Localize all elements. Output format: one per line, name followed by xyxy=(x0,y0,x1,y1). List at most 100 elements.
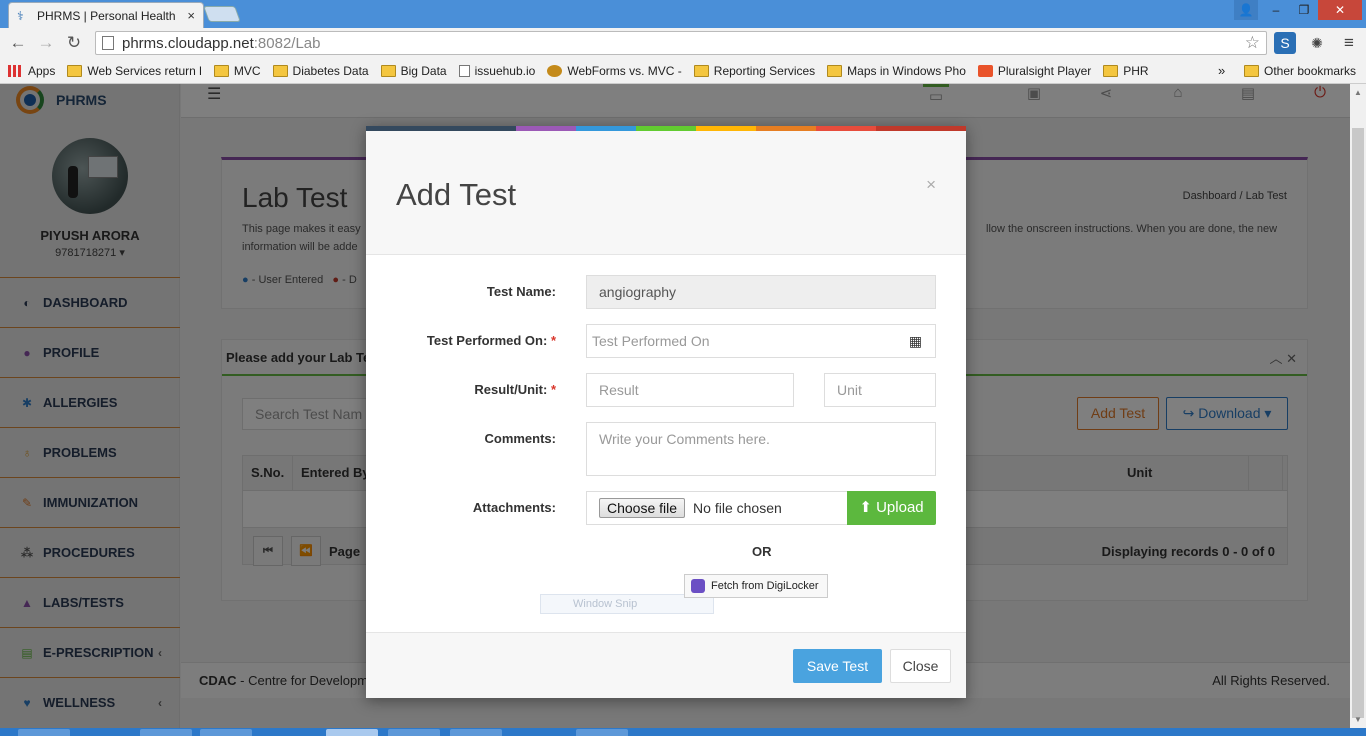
other-bookmarks[interactable]: Other bookmarks xyxy=(1244,64,1356,78)
scroll-down-icon[interactable]: ▼ xyxy=(1354,715,1362,724)
no-file-chosen: No file chosen xyxy=(693,500,782,516)
window-close-button[interactable]: ✕ xyxy=(1318,0,1362,20)
taskbar-item[interactable] xyxy=(18,729,70,736)
result-input[interactable]: Result xyxy=(586,373,794,407)
forward-arrow-icon[interactable]: → xyxy=(36,33,56,53)
web-icon xyxy=(547,64,563,77)
play-icon xyxy=(977,64,993,77)
unit-input[interactable]: Unit xyxy=(824,373,936,407)
folder-icon xyxy=(1244,65,1259,77)
bookmark-label: issuehub.io xyxy=(474,63,536,78)
attachments-label: Attachments: xyxy=(472,500,556,515)
bookmark-label: Web Services return l xyxy=(87,63,202,78)
modal-title: Add Test xyxy=(396,177,517,212)
window-maximize-button[interactable]: ❐ xyxy=(1290,0,1318,20)
tab-title: PHRMS | Personal Health xyxy=(37,8,176,23)
reload-icon[interactable]: ↻ xyxy=(64,33,84,53)
bookmark-label: Diabetes Data xyxy=(292,63,369,78)
bookmark-label: Apps xyxy=(28,63,56,78)
performed-on-label: Test Performed On: * xyxy=(366,333,556,348)
result-unit-label-text: Result/Unit: xyxy=(474,382,548,397)
scrollbar-thumb[interactable] xyxy=(1352,128,1364,718)
upload-button[interactable]: ⬆ Upload xyxy=(847,491,936,525)
taskbar-item[interactable] xyxy=(576,729,628,736)
save-test-button[interactable]: Save Test xyxy=(793,649,882,683)
modal-footer: Save Test Close xyxy=(366,632,966,698)
bookmark-label: PHR xyxy=(1123,63,1149,78)
window-user-icon[interactable]: 👤 xyxy=(1234,0,1258,20)
url-path: :8082/Lab xyxy=(253,34,321,52)
calendar-grid-icon[interactable]: ▦ xyxy=(896,324,936,358)
apps-icon xyxy=(8,64,23,77)
folder-icon xyxy=(272,64,288,77)
required-mark: * xyxy=(550,333,556,348)
result-unit-label: Result/Unit: * xyxy=(366,382,556,397)
or-separator: OR xyxy=(752,544,772,559)
bookmark-item[interactable]: Diabetes Data xyxy=(272,63,369,78)
back-arrow-icon[interactable]: ← xyxy=(8,33,28,53)
taskbar-item[interactable] xyxy=(388,729,440,736)
bookmark-star-icon[interactable]: ☆ xyxy=(1245,33,1260,53)
performed-on-input[interactable]: Test Performed On xyxy=(586,324,897,358)
folder-icon xyxy=(380,64,396,77)
upload-icon: ⬆ xyxy=(859,499,872,516)
file-input[interactable]: Choose file No file chosen xyxy=(586,491,848,525)
browser-toolbar: ← → ↻ phrms.cloudapp.net:8082/Lab ☆ S ✺ … xyxy=(0,28,1366,58)
bookmark-item[interactable]: Reporting Services xyxy=(693,63,816,78)
browser-tab[interactable]: ⚕ PHRMS | Personal Health × xyxy=(8,2,204,28)
other-bookmarks-label: Other bookmarks xyxy=(1264,64,1357,78)
bookmark-item[interactable]: MVC xyxy=(213,64,261,78)
taskbar-item[interactable] xyxy=(450,729,502,736)
digilocker-icon xyxy=(691,579,705,593)
bookmark-item[interactable]: Maps in Windows Pho xyxy=(827,64,966,78)
test-name-field[interactable]: angiography xyxy=(586,275,936,309)
scroll-up-icon[interactable]: ▲ xyxy=(1354,88,1362,97)
window-minimize-button[interactable]: – xyxy=(1262,0,1290,20)
os-taskbar xyxy=(0,728,1366,736)
page-icon xyxy=(102,36,114,50)
bookmark-item[interactable]: Big Data xyxy=(380,64,447,78)
page-scrollbar[interactable]: ▲ ▼ xyxy=(1350,84,1366,728)
folder-icon xyxy=(827,64,843,77)
folder-icon xyxy=(693,64,709,77)
modal-close-icon[interactable]: × xyxy=(926,175,936,195)
bookmark-item[interactable]: Pluralsight Player xyxy=(977,63,1092,78)
extension-s-icon[interactable]: S xyxy=(1274,32,1296,54)
bookmark-item[interactable]: Web Services return l xyxy=(67,64,202,78)
comments-textarea[interactable]: Write your Comments here. xyxy=(586,422,936,476)
bookmark-label: WebForms vs. MVC - xyxy=(567,63,682,78)
bookmark-label: Pluralsight Player xyxy=(997,63,1092,78)
test-name-label: Test Name: xyxy=(486,284,556,299)
tab-close-icon[interactable]: × xyxy=(187,8,195,23)
browser-titlebar: ⚕ PHRMS | Personal Health × 👤 – ❐ ✕ xyxy=(0,0,1366,28)
choose-file-button[interactable]: Choose file xyxy=(599,498,686,518)
modal-header: Add Test × xyxy=(366,131,966,255)
taskbar-item[interactable] xyxy=(200,729,252,736)
digilocker-label: Fetch from DigiLocker xyxy=(711,580,819,592)
bookmark-label: Reporting Services xyxy=(713,63,816,78)
bookmark-item[interactable]: WebForms vs. MVC - xyxy=(547,63,682,78)
performed-on-label-text: Test Performed On: xyxy=(426,333,548,348)
extension-bug-icon[interactable]: ✺ xyxy=(1306,32,1328,54)
folder-icon xyxy=(67,64,83,77)
bookmark-label: Maps in Windows Pho xyxy=(847,63,966,78)
digilocker-button[interactable]: Fetch from DigiLocker xyxy=(684,574,828,598)
taskbar-item[interactable] xyxy=(140,729,192,736)
close-button[interactable]: Close xyxy=(890,649,951,683)
comments-label: Comments: xyxy=(484,431,556,446)
required-mark: * xyxy=(550,382,556,397)
taskbar-item[interactable] xyxy=(326,729,378,736)
add-test-modal: Add Test × Test Name: angiography Test P… xyxy=(366,126,966,698)
browser-menu-icon[interactable]: ≡ xyxy=(1338,32,1360,54)
bookmark-item[interactable]: Apps xyxy=(8,64,55,78)
new-tab-button[interactable] xyxy=(203,6,241,22)
address-bar[interactable]: phrms.cloudapp.net:8082/Lab ☆ xyxy=(95,31,1267,55)
page-icon xyxy=(458,64,470,77)
folder-icon xyxy=(213,64,229,77)
bookmark-item[interactable]: PHR xyxy=(1103,63,1149,78)
bookmark-item[interactable]: issuehub.io xyxy=(458,63,536,78)
upload-label: Upload xyxy=(876,499,924,516)
folder-icon xyxy=(1103,64,1119,77)
bookmarks-more-icon[interactable]: » xyxy=(1218,63,1225,78)
url-host: phrms.cloudapp.net xyxy=(122,34,254,52)
